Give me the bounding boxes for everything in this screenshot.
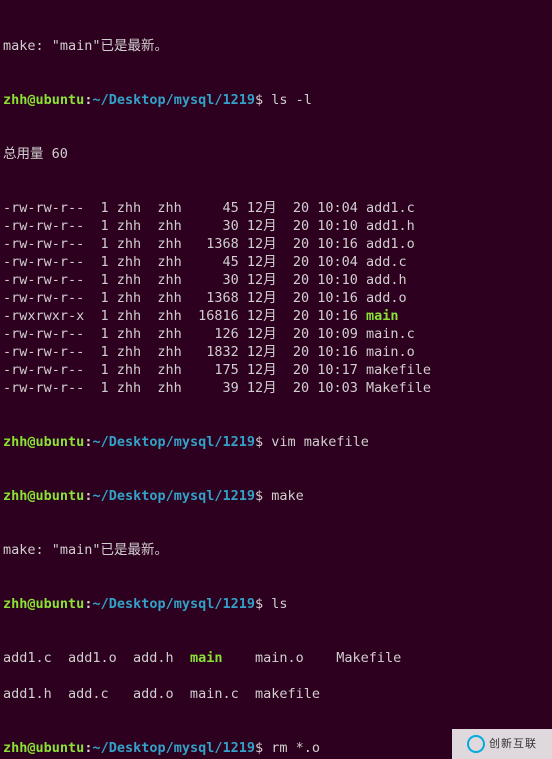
prompt-line: zhh@ubuntu:~/Desktop/mysql/1219$ vim mak… xyxy=(3,433,549,451)
output-line: make: "main"已是最新。 xyxy=(3,37,549,55)
output-line: add1.h add.c add.o main.c makefile xyxy=(3,685,549,703)
executable-file: main xyxy=(366,308,399,324)
listing-row: -rw-rw-r-- 1 zhh zhh 1832 12月 20 10:16 m… xyxy=(3,343,549,361)
output-line: 总用量 60 xyxy=(3,145,549,163)
file-listing: -rw-rw-r-- 1 zhh zhh 45 12月 20 10:04 add… xyxy=(3,199,549,397)
output-line: make: "main"已是最新。 xyxy=(3,541,549,559)
listing-row: -rw-rw-r-- 1 zhh zhh 1368 12月 20 10:16 a… xyxy=(3,289,549,307)
listing-row: -rw-rw-r-- 1 zhh zhh 30 12月 20 10:10 add… xyxy=(3,217,549,235)
listing-row: -rw-rw-r-- 1 zhh zhh 1368 12月 20 10:16 a… xyxy=(3,235,549,253)
command: vim makefile xyxy=(271,434,369,450)
listing-row: -rw-rw-r-- 1 zhh zhh 30 12月 20 10:10 add… xyxy=(3,271,549,289)
prompt-line: zhh@ubuntu:~/Desktop/mysql/1219$ ls xyxy=(3,595,549,613)
command: ls -l xyxy=(271,92,312,108)
cwd: ~/Desktop/mysql/1219 xyxy=(92,92,255,108)
listing-row: -rw-rw-r-- 1 zhh zhh 126 12月 20 10:09 ma… xyxy=(3,325,549,343)
command: make xyxy=(271,488,304,504)
command: rm *.o xyxy=(271,740,320,756)
prompt-line: zhh@ubuntu:~/Desktop/mysql/1219$ make xyxy=(3,487,549,505)
user-host: zhh@ubuntu xyxy=(3,92,84,108)
listing-row: -rw-rw-r-- 1 zhh zhh 45 12月 20 10:04 add… xyxy=(3,199,549,217)
watermark: 创新互联 xyxy=(452,729,552,759)
listing-row: -rw-rw-r-- 1 zhh zhh 39 12月 20 10:03 Mak… xyxy=(3,379,549,397)
output-line: add1.c add1.o add.h main main.o Makefile xyxy=(3,649,549,667)
executable-file: main xyxy=(190,650,223,666)
terminal[interactable]: make: "main"已是最新。 zhh@ubuntu:~/Desktop/m… xyxy=(0,0,552,759)
listing-row: -rw-rw-r-- 1 zhh zhh 45 12月 20 10:04 add… xyxy=(3,253,549,271)
prompt-line: zhh@ubuntu:~/Desktop/mysql/1219$ ls -l xyxy=(3,91,549,109)
listing-row: -rwxrwxr-x 1 zhh zhh 16816 12月 20 10:16 … xyxy=(3,307,549,325)
listing-row: -rw-rw-r-- 1 zhh zhh 175 12月 20 10:17 ma… xyxy=(3,361,549,379)
command: ls xyxy=(271,596,287,612)
